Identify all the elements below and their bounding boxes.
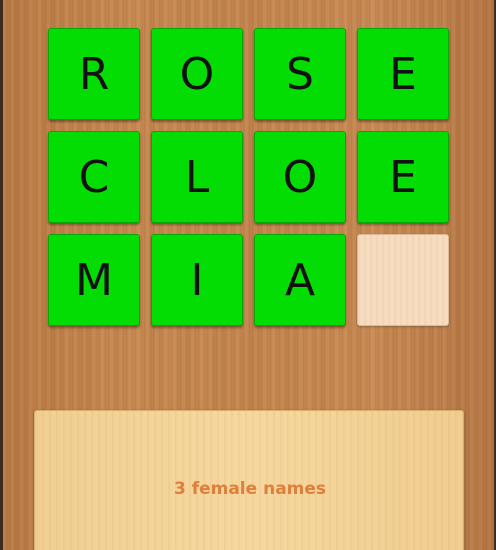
tile-r1c3[interactable]: S xyxy=(254,28,346,120)
tile-r3c2[interactable]: I xyxy=(151,234,243,326)
tile-r1c4[interactable]: E xyxy=(357,28,449,120)
tile-r2c3[interactable]: O xyxy=(254,131,346,223)
tile-r2c2[interactable]: L xyxy=(151,131,243,223)
tile-r2c1[interactable]: C xyxy=(48,131,140,223)
hint-text: 3 female names xyxy=(173,479,327,499)
letter-board: R O S E C L O E M I A xyxy=(48,28,450,328)
tile-r1c1[interactable]: R xyxy=(48,28,140,120)
tile-r3c4-empty-slot[interactable] xyxy=(357,234,449,326)
tile-r1c2[interactable]: O xyxy=(151,28,243,120)
tile-r3c3[interactable]: A xyxy=(254,234,346,326)
left-edge xyxy=(0,0,3,550)
tile-r2c4[interactable]: E xyxy=(357,131,449,223)
hint-panel: 3 female names xyxy=(34,410,464,550)
tile-r3c1[interactable]: M xyxy=(48,234,140,326)
